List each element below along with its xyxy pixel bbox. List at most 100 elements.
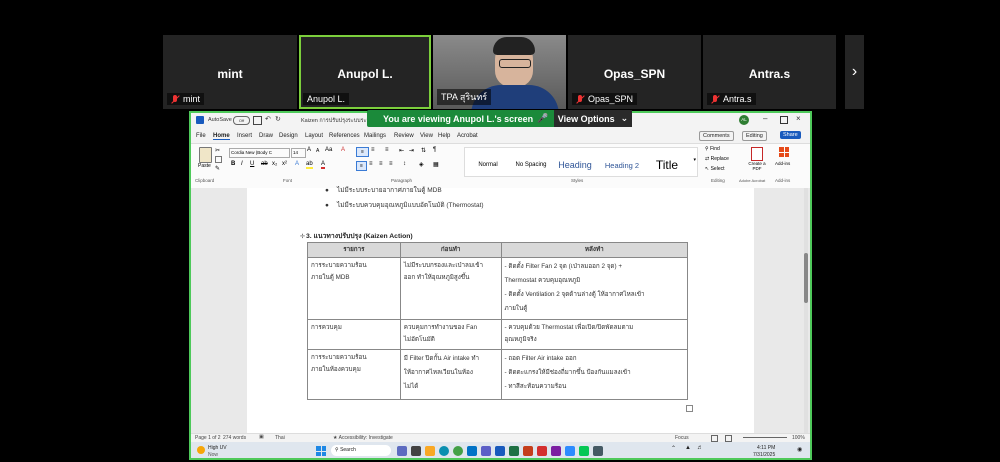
teams-icon[interactable] (481, 446, 491, 456)
next-participants-button[interactable]: › (845, 35, 864, 109)
print-layout-icon[interactable] (711, 435, 718, 442)
paste-icon[interactable] (199, 147, 212, 163)
addins-icon[interactable] (779, 147, 789, 157)
file-explorer-icon[interactable] (425, 446, 435, 456)
sort-button[interactable]: ⇅ (421, 147, 426, 154)
minimize-button[interactable]: – (763, 114, 767, 123)
style-no-spacing[interactable]: No Spacing (511, 153, 551, 177)
show-marks-button[interactable]: ¶ (433, 147, 436, 153)
select-button[interactable]: ↖ Select (705, 166, 725, 172)
style-heading-2[interactable]: Heading 2 (599, 153, 645, 177)
editing-mode-button[interactable]: Editing (742, 131, 767, 141)
autosave-toggle[interactable]: Off (233, 116, 250, 125)
word-taskbar-icon[interactable] (495, 446, 505, 456)
chrome-icon[interactable] (453, 446, 463, 456)
change-case-icon[interactable]: Aa (325, 147, 332, 153)
tab-view[interactable]: View (420, 133, 433, 139)
create-pdf-icon[interactable] (751, 147, 763, 161)
view-options-button[interactable]: View Options ⌄ (554, 110, 632, 127)
participant-tile-mint[interactable]: mint mint (163, 35, 297, 109)
participant-tile-opas[interactable]: Opas_SPN Opas_SPN (568, 35, 701, 109)
web-layout-icon[interactable] (725, 435, 732, 442)
tab-file[interactable]: File (196, 133, 206, 139)
shading-button[interactable]: ◈ (419, 161, 424, 168)
tab-draw[interactable]: Draw (259, 133, 273, 139)
cut-icon[interactable]: ✂ (215, 147, 220, 154)
tab-help[interactable]: Help (438, 133, 450, 139)
share-button[interactable]: Share (780, 131, 801, 139)
powerpoint-icon[interactable] (523, 446, 533, 456)
app-icon[interactable] (593, 446, 603, 456)
tab-review[interactable]: Review (394, 133, 414, 139)
vertical-scrollbar[interactable] (804, 188, 808, 433)
participant-tile-antra[interactable]: Antra.s Antra.s (703, 35, 836, 109)
focus-button[interactable]: Focus (675, 435, 689, 441)
redo-icon[interactable]: ↻ (275, 115, 281, 123)
volume-icon[interactable]: ♬ (697, 445, 703, 451)
proofing-icon[interactable]: ▣ (259, 434, 264, 440)
underline-button[interactable]: U (250, 161, 254, 167)
clock-time[interactable]: 4:11 PM (757, 445, 775, 451)
decrease-indent-button[interactable]: ⇤ (399, 147, 404, 154)
bold-button[interactable]: B (231, 161, 235, 167)
zoom-slider[interactable] (743, 437, 787, 438)
font-name-select[interactable]: Cordia New (Body C (229, 148, 290, 158)
table-move-handle-icon[interactable]: ✢ (300, 233, 305, 240)
notification-icon[interactable]: ◉ (797, 446, 802, 453)
close-button[interactable]: × (796, 114, 801, 123)
edge-icon[interactable] (439, 446, 449, 456)
zoom-level[interactable]: 100% (792, 435, 805, 441)
style-normal[interactable]: Normal (467, 153, 509, 177)
borders-button[interactable]: ▦ (433, 161, 439, 168)
task-view-icon[interactable] (411, 446, 421, 456)
bullets-button[interactable]: ≡ (356, 147, 369, 157)
align-left-button[interactable]: ≡ (356, 161, 367, 171)
paste-label[interactable]: Paste (198, 163, 211, 169)
justify-button[interactable]: ≡ (389, 161, 393, 167)
addins-label[interactable]: Add-ins (775, 161, 790, 166)
clock-date[interactable]: 7/31/2025 (753, 452, 775, 458)
user-avatar[interactable]: AL (739, 115, 749, 125)
kaizen-table[interactable]: รายการ ก่อนทำ หลังทำ การระบายความร้อน ภาย… (307, 242, 689, 400)
line-app-icon[interactable] (579, 446, 589, 456)
multilevel-list-button[interactable]: ≡ (385, 147, 389, 153)
align-center-button[interactable]: ≡ (369, 161, 373, 167)
font-color-icon[interactable]: A (321, 161, 326, 169)
line-spacing-button[interactable]: ↕ (403, 161, 406, 167)
increase-indent-button[interactable]: ⇥ (409, 147, 414, 154)
taskbar-search[interactable]: ⚲ Search (331, 445, 391, 456)
tab-acrobat[interactable]: Acrobat (457, 133, 478, 139)
grow-font-icon[interactable]: A (307, 147, 311, 153)
shrink-font-icon[interactable]: A (316, 148, 319, 154)
tab-layout[interactable]: Layout (305, 133, 323, 139)
undo-icon[interactable]: ↶ (265, 115, 271, 123)
acrobat-icon[interactable] (537, 446, 547, 456)
align-right-button[interactable]: ≡ (379, 161, 383, 167)
app-icon[interactable] (551, 446, 561, 456)
create-pdf-label[interactable]: Create a PDF (744, 161, 770, 171)
word-count[interactable]: 274 words (223, 435, 246, 441)
widgets-icon[interactable] (397, 446, 407, 456)
copy-icon[interactable] (215, 156, 222, 163)
superscript-button[interactable]: x² (282, 161, 287, 167)
start-button-icon[interactable] (316, 446, 326, 456)
style-heading[interactable]: Heading (553, 153, 597, 177)
outlook-icon[interactable] (467, 446, 477, 456)
tab-home[interactable]: Home (213, 133, 230, 140)
excel-icon[interactable] (509, 446, 519, 456)
strikethrough-button[interactable]: ab (261, 161, 268, 167)
accessibility-status[interactable]: ★ Accessibility: Investigate (333, 435, 393, 441)
clear-format-icon[interactable]: A (341, 147, 345, 153)
weather-title[interactable]: High UV (208, 445, 227, 451)
weather-icon[interactable] (197, 446, 205, 454)
font-size-select[interactable]: 14 (291, 148, 306, 158)
language[interactable]: Thai (275, 435, 285, 441)
zoom-app-icon[interactable] (565, 446, 575, 456)
numbering-button[interactable]: ≡ (371, 147, 375, 153)
replace-button[interactable]: ⇄ Replace (705, 156, 729, 162)
scrollbar-thumb[interactable] (804, 253, 808, 303)
save-icon[interactable] (253, 116, 262, 125)
text-effects-icon[interactable]: A (295, 161, 299, 167)
maximize-button[interactable] (780, 116, 788, 124)
document-page[interactable]: ● ไม่มีระบบระบายอากาศภายในตู้ MDB ● ไม่มีร… (247, 187, 754, 433)
